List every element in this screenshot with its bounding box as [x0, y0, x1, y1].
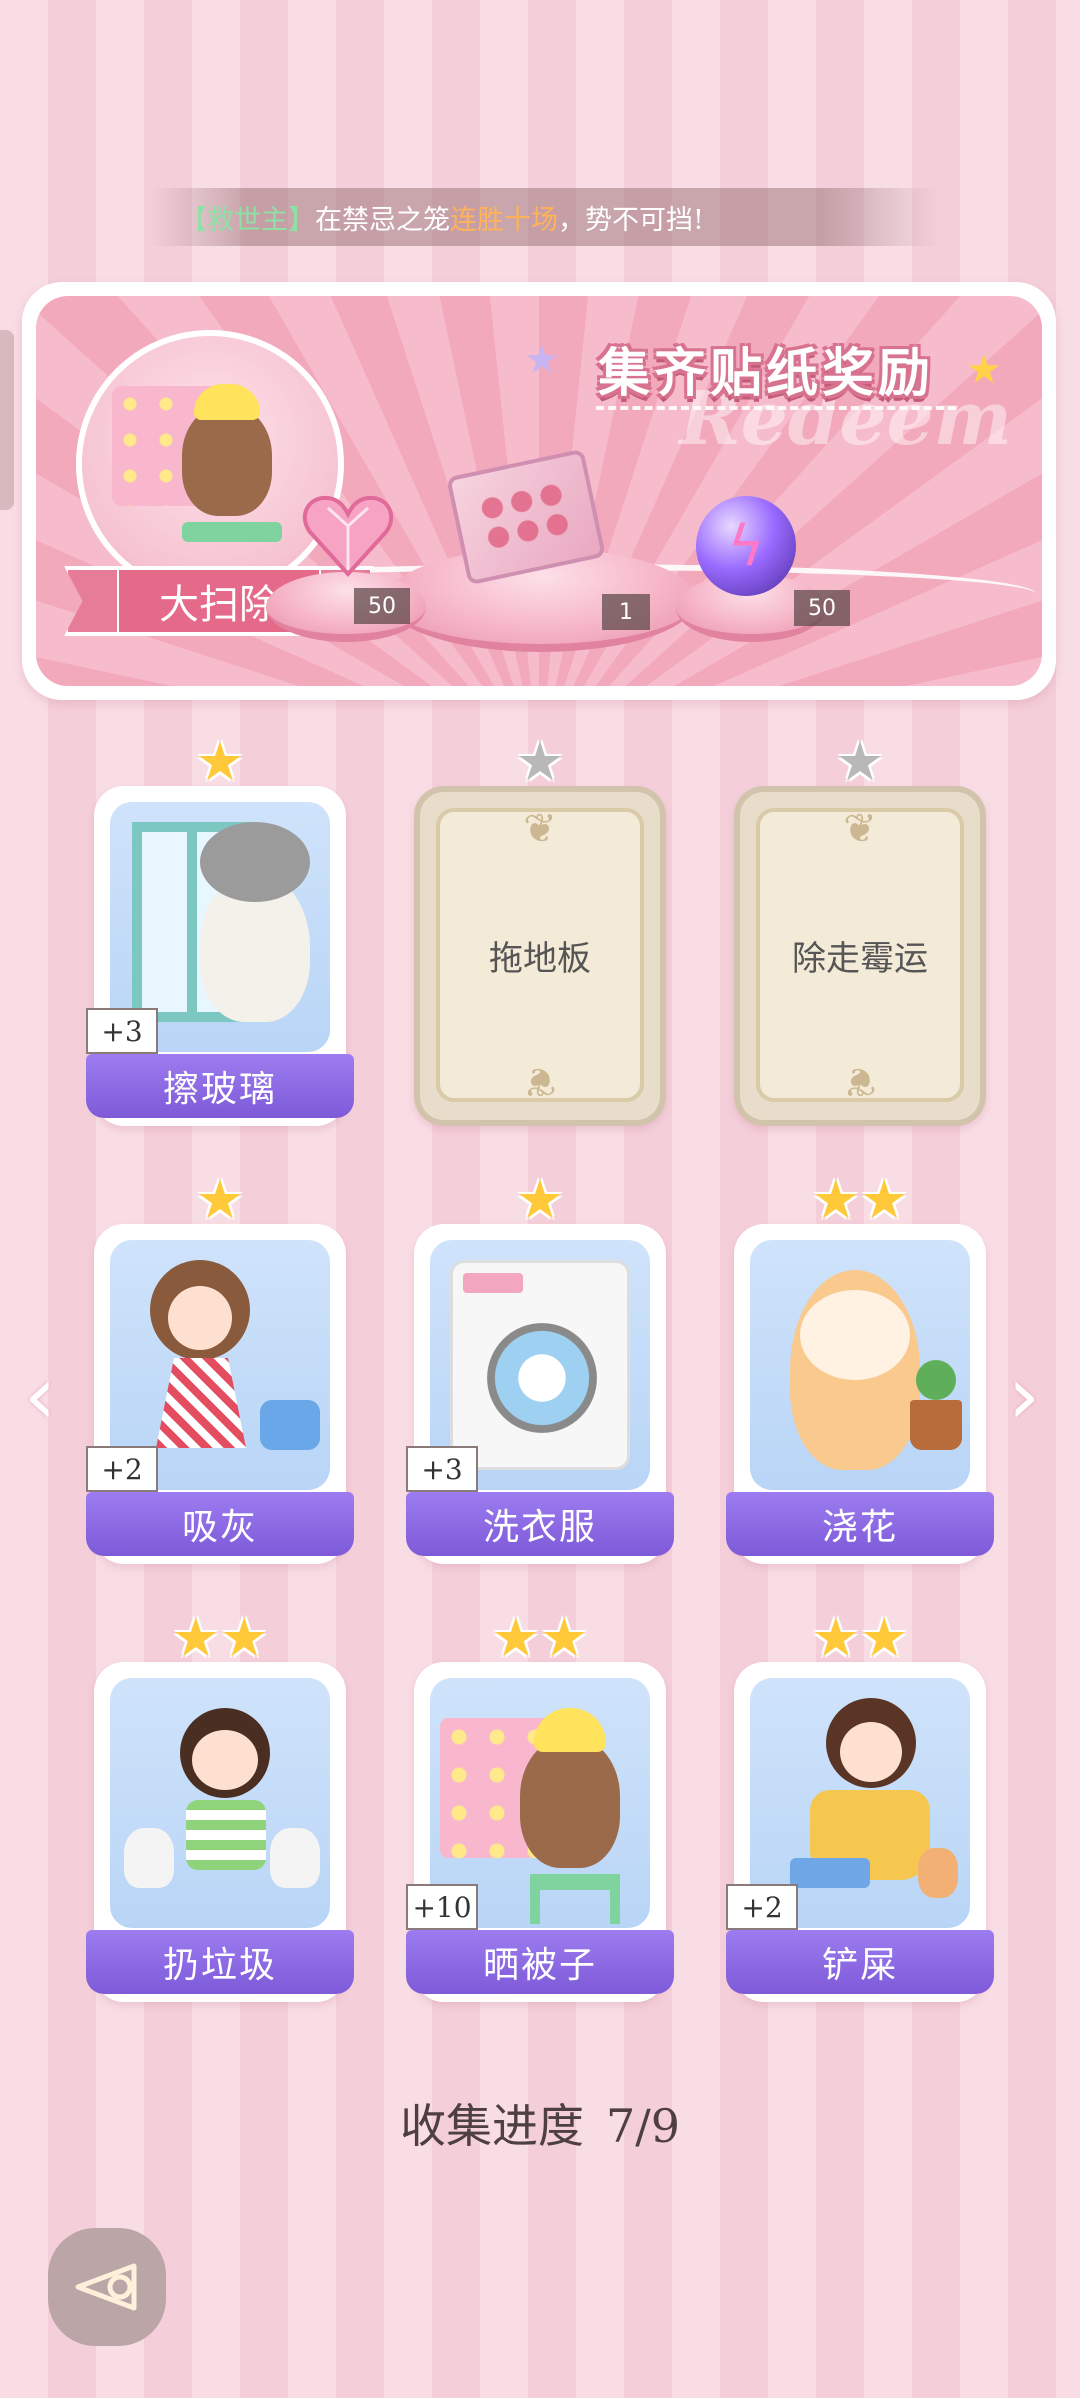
ticker-bracket-close: 】	[288, 204, 315, 236]
star-icon: ★	[171, 1606, 220, 1669]
banner-title: 集齐贴纸奖励	[597, 342, 934, 404]
bear-illustration	[520, 1708, 620, 1868]
bonus-badge: +3	[86, 1008, 158, 1054]
card-label: 擦玻璃	[86, 1054, 354, 1118]
sticker-card-scoop-litter[interactable]: ★ ★ 铲屎 +2	[726, 1610, 994, 2002]
kid-illustration	[180, 1708, 270, 1798]
back-icon	[75, 2263, 137, 2311]
star-icon: ★	[811, 1168, 860, 1231]
card-label: 拖地板	[489, 938, 591, 979]
banner-title-wrap: 集齐贴纸奖励	[546, 320, 986, 416]
girl-illustration	[826, 1698, 916, 1788]
reward-banner: Redeem ★ ★ 集齐贴纸奖励 大扫除 ϟ 50 1 50	[22, 282, 1056, 700]
title-dashed-underline	[596, 406, 956, 412]
girl-illustration	[150, 1260, 250, 1360]
sticker-card-air-quilt[interactable]: ★ ★ 晒被子 +10	[406, 1610, 674, 2002]
card-label: 吸灰	[86, 1492, 354, 1556]
card-label: 铲屎	[726, 1930, 994, 1994]
sticker-image	[110, 1678, 330, 1928]
bonus-badge: +2	[726, 1884, 798, 1930]
star-rating: ★	[414, 734, 666, 790]
collection-progress: 收集进度 7/9	[0, 2090, 1080, 2156]
plant-pot-illustration	[910, 1360, 962, 1450]
reward-count: 1	[602, 594, 650, 630]
stool-illustration	[530, 1874, 620, 1924]
ticker-bracket-open: 【	[180, 204, 207, 236]
star-rating: ★ ★	[734, 1610, 986, 1666]
kitten-illustration	[918, 1848, 958, 1898]
chevron-left-icon[interactable]: ‹	[24, 1356, 56, 1436]
card-label: 扔垃圾	[86, 1930, 354, 1994]
ticker-text-after: ，势不可挡!	[558, 204, 704, 236]
sticker-card-clean-glass[interactable]: ★ 擦玻璃 +3	[86, 734, 354, 1126]
sticker-card-mop-floor[interactable]: 拖地板 ★	[414, 734, 666, 1126]
star-icon: ★	[515, 730, 565, 793]
orange-cat-illustration	[790, 1270, 920, 1470]
bonus-badge: +2	[86, 1446, 158, 1492]
shirt-illustration	[186, 1800, 266, 1870]
star-icon: ★	[195, 730, 245, 793]
sticker-card-laundry[interactable]: ★ 洗衣服 +3	[406, 1172, 674, 1564]
litter-box-illustration	[790, 1858, 870, 1888]
progress-label: 收集进度	[399, 2099, 584, 2153]
sticker-card-take-out-trash[interactable]: ★ ★ 扔垃圾	[86, 1610, 354, 2002]
star-rating: ★	[414, 1172, 666, 1228]
star-icon: ★	[811, 1606, 860, 1669]
star-icon: ★	[860, 1606, 909, 1669]
ticker-text-before: 在禁忌之笼	[315, 204, 450, 236]
card-label: 晒被子	[406, 1930, 674, 1994]
sticker-card-remove-bad-luck[interactable]: 除走霉运 ★	[734, 734, 986, 1126]
star-rating: ★	[94, 1172, 346, 1228]
announcement-ticker: 【救世主】在禁忌之笼 连胜十场 ，势不可挡!	[150, 188, 940, 246]
bonus-badge: +3	[406, 1446, 478, 1492]
ticker-player-name: 救世主	[207, 204, 288, 236]
vacuum-illustration	[260, 1400, 320, 1450]
trash-bag-illustration	[124, 1828, 174, 1888]
lightning-orb-icon[interactable]: ϟ	[696, 496, 796, 596]
side-drawer-handle[interactable]	[0, 330, 14, 510]
ticker-highlight: 连胜十场	[450, 204, 558, 236]
cat-illustration	[200, 822, 310, 1022]
card-label: 浇花	[726, 1492, 994, 1556]
star-rating: ★ ★	[414, 1610, 666, 1666]
star-icon: ★	[540, 1606, 589, 1669]
reward-count: 50	[794, 590, 850, 626]
washing-machine-illustration	[450, 1260, 630, 1470]
back-button[interactable]	[48, 2228, 166, 2346]
bonus-badge: +10	[406, 1884, 478, 1930]
sticker-image	[750, 1240, 970, 1490]
star-icon: ★	[860, 1168, 909, 1231]
reward-banner-background: Redeem ★ ★ 集齐贴纸奖励 大扫除 ϟ 50 1 50	[36, 296, 1042, 686]
reward-count: 50	[354, 588, 410, 624]
card-label: 除走霉运	[792, 938, 928, 979]
locked-plate: 除走霉运	[756, 808, 964, 1102]
star-icon: ★	[515, 1168, 565, 1231]
star-rating: ★ ★	[734, 1172, 986, 1228]
star-icon: ★	[491, 1606, 540, 1669]
stool-illustration	[182, 522, 282, 542]
bear-illustration	[182, 384, 272, 516]
locked-plate: 拖地板	[436, 808, 644, 1102]
sticker-card-vacuum[interactable]: ★ 吸灰 +2	[86, 1172, 354, 1564]
dress-illustration	[156, 1358, 246, 1448]
star-rating: ★	[734, 734, 986, 790]
star-icon: ★	[195, 1168, 245, 1231]
star-rating: ★	[94, 734, 346, 790]
trash-bag-illustration	[270, 1828, 320, 1888]
star-icon: ★	[835, 730, 885, 793]
sticker-card-water-flowers[interactable]: ★ ★ 浇花	[726, 1172, 994, 1564]
star-icon: ★	[220, 1606, 269, 1669]
progress-value: 7/9	[605, 2099, 681, 2153]
chevron-right-icon[interactable]: ›	[1008, 1356, 1040, 1436]
card-label: 洗衣服	[406, 1492, 674, 1556]
heart-gem-icon[interactable]	[298, 486, 398, 586]
star-rating: ★ ★	[94, 1610, 346, 1666]
